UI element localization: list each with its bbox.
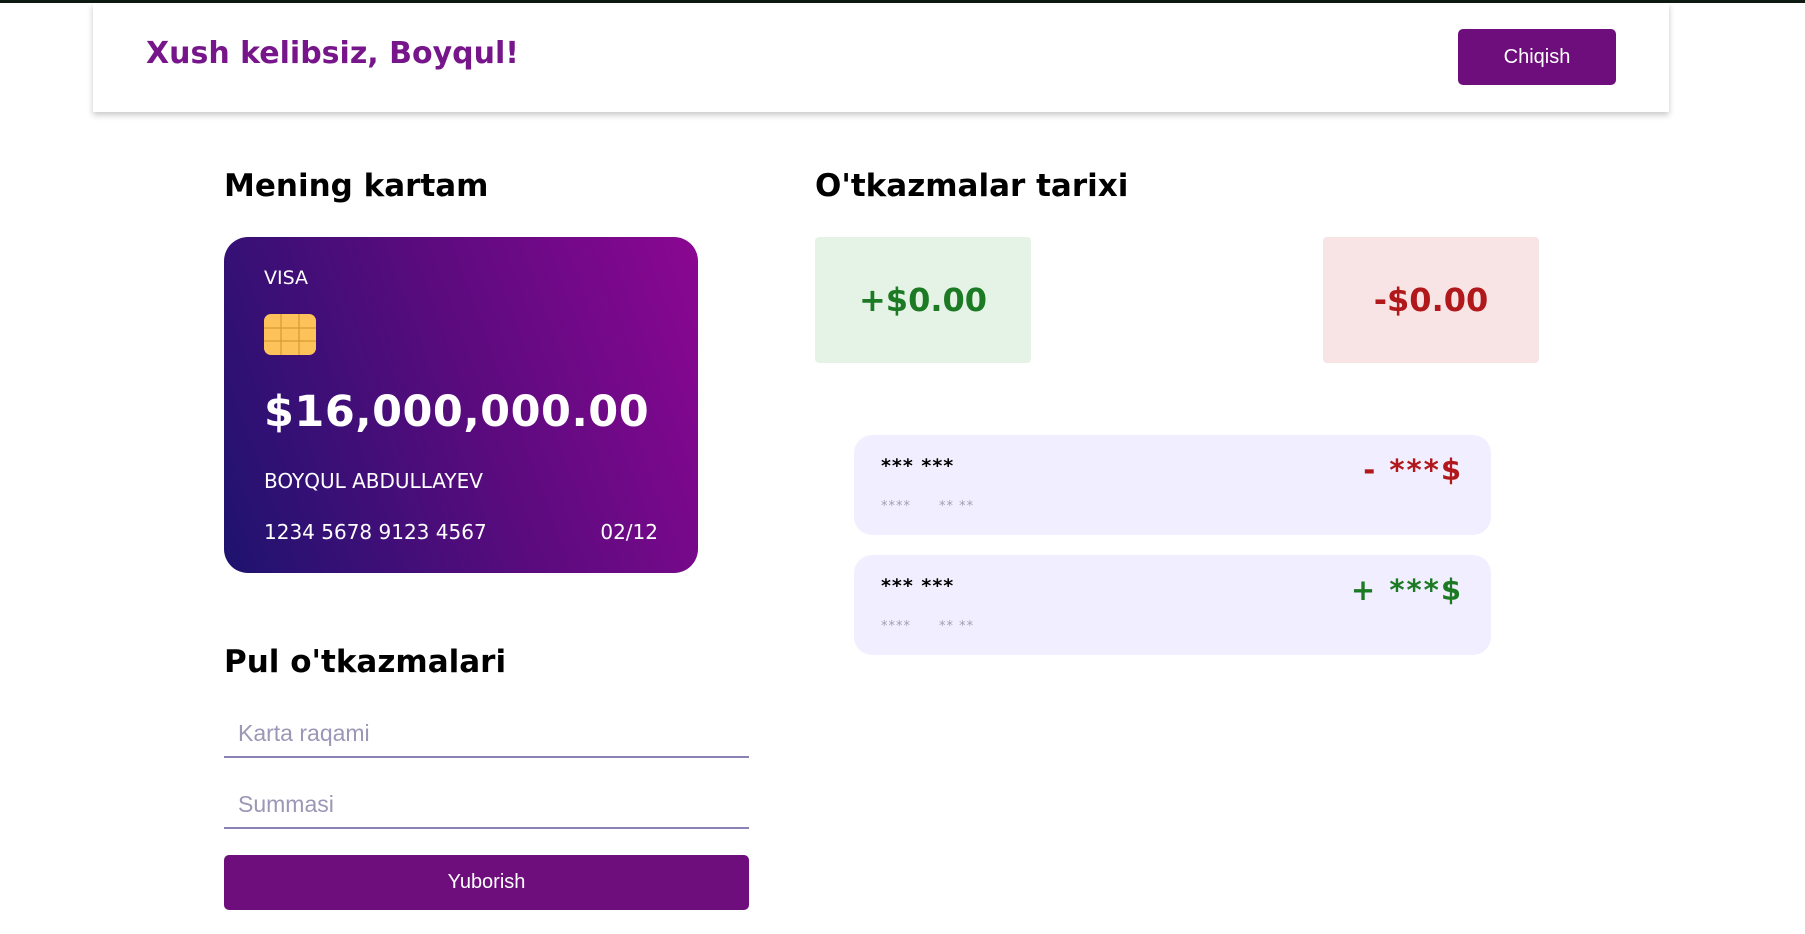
- transaction-meta-a: ****: [881, 619, 911, 634]
- card-number: 1234 5678 9123 4567: [264, 520, 487, 544]
- transaction-name: *** ***: [881, 575, 955, 597]
- send-button[interactable]: Yuborish: [224, 855, 749, 910]
- card-expiry: 02/12: [600, 520, 658, 544]
- card-holder-name: BOYQUL ABDULLAYEV: [264, 469, 483, 493]
- transaction-item[interactable]: *** *** **** ** ** - ***$: [854, 435, 1491, 535]
- transaction-name: *** ***: [881, 455, 955, 477]
- transaction-item[interactable]: *** *** **** ** ** + ***$: [854, 555, 1491, 655]
- card-number-input[interactable]: [224, 710, 749, 758]
- transaction-amount: + ***$: [1350, 573, 1463, 607]
- expense-summary: -$0.00: [1323, 237, 1539, 363]
- transaction-meta-b: ** **: [939, 499, 975, 514]
- logout-button[interactable]: Chiqish: [1458, 29, 1616, 85]
- welcome-title: Xush kelibsiz, Boyqul!: [146, 36, 519, 71]
- transaction-meta: **** ** **: [881, 499, 974, 514]
- transaction-meta-a: ****: [881, 499, 911, 514]
- my-card-title: Mening kartam: [224, 168, 489, 204]
- transaction-amount: - ***$: [1363, 453, 1463, 487]
- income-summary: +$0.00: [815, 237, 1031, 363]
- amount-input[interactable]: [224, 781, 749, 829]
- card-balance: $16,000,000.00: [264, 387, 650, 437]
- history-title: O'tkazmalar tarixi: [815, 168, 1129, 204]
- bank-card: VISA $16,000,000.00 BOYQUL ABDULLAYEV 12…: [224, 237, 698, 573]
- transaction-meta-b: ** **: [939, 619, 975, 634]
- top-header: Xush kelibsiz, Boyqul! Chiqish: [93, 3, 1669, 112]
- transaction-meta: **** ** **: [881, 619, 974, 634]
- card-brand: VISA: [264, 267, 309, 289]
- transfer-title: Pul o'tkazmalari: [224, 644, 507, 680]
- sim-chip-icon: [264, 314, 316, 355]
